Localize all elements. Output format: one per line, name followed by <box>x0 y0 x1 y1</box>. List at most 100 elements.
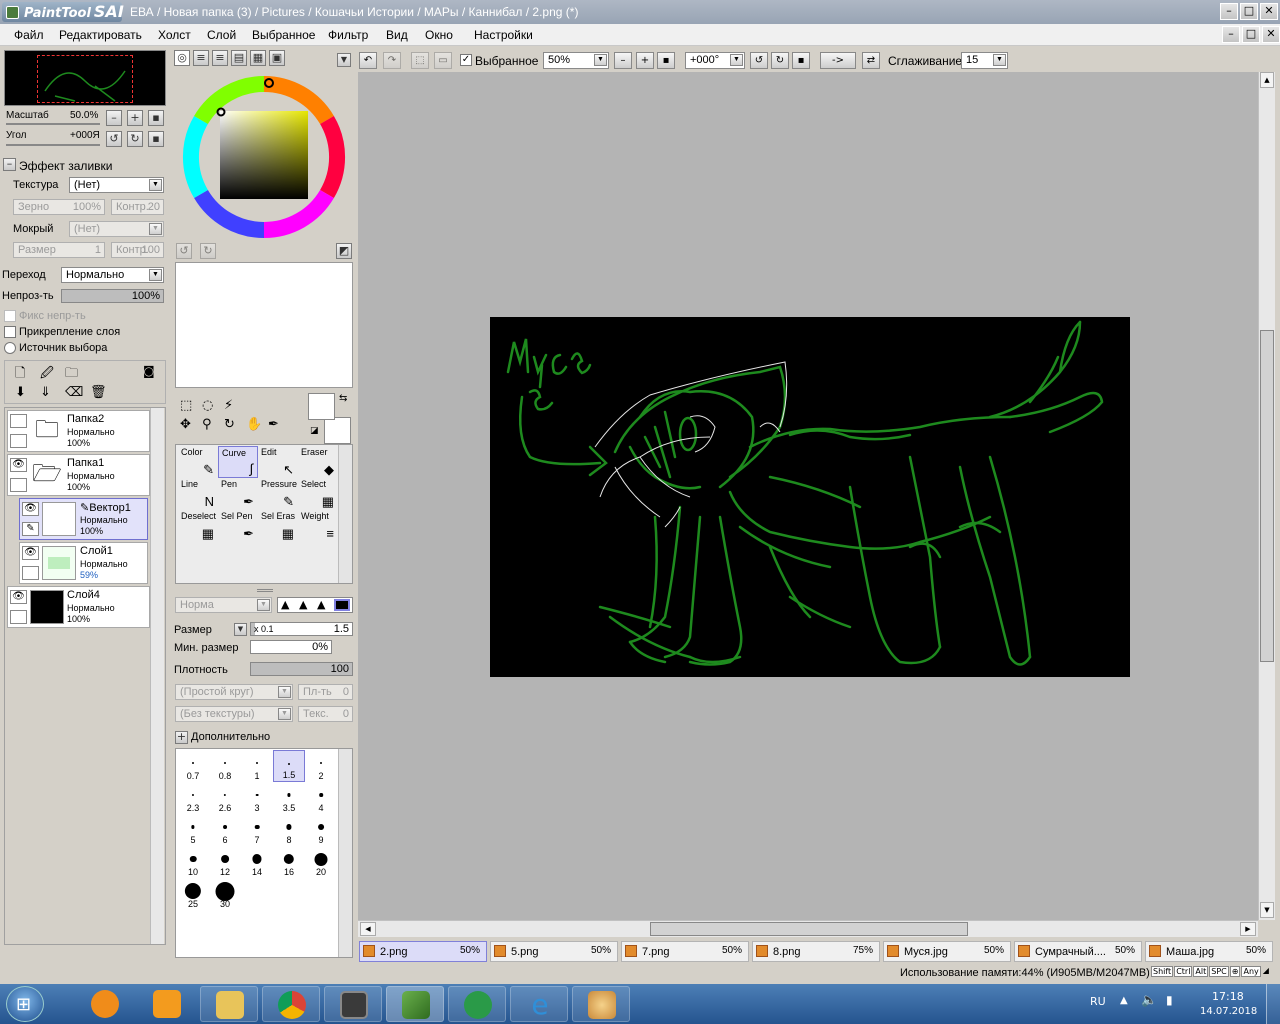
brush-size-14[interactable]: 14 <box>241 846 273 878</box>
maximize-button[interactable]: □ <box>1240 3 1258 20</box>
delete-layer-icon[interactable]: 🗑 <box>90 385 107 400</box>
lock-toggle[interactable] <box>10 478 27 492</box>
tool-scrollbar[interactable] <box>338 445 352 583</box>
menu-file[interactable]: Файл <box>14 28 44 42</box>
layer-item-layer4[interactable]: 👁 Слой4 Нормально 100% <box>7 586 150 628</box>
rgb-slider-tab[interactable]: ≡ <box>193 50 209 66</box>
toolbar-zoom-in-button[interactable]: + <box>636 52 654 69</box>
brush-size-30[interactable]: 30 <box>209 878 241 910</box>
color-wheel[interactable] <box>180 73 348 239</box>
brush-size-9[interactable]: 9 <box>305 814 337 846</box>
swatch-menu-button[interactable]: ◩ <box>336 243 352 259</box>
show-desktop-button[interactable] <box>1266 984 1280 1024</box>
horizontal-scroll-thumb[interactable] <box>650 922 968 936</box>
tool-sel-eras[interactable]: Sel Eras ▦ <box>258 510 298 542</box>
transparent-color-icon[interactable]: ◪ <box>310 426 319 436</box>
clock-time[interactable]: 17:18 <box>1212 990 1244 1003</box>
visibility-toggle[interactable] <box>10 414 27 428</box>
rotate-left-button[interactable]: ↺ <box>106 131 122 147</box>
taskbar-app-monitor[interactable] <box>324 986 382 1022</box>
taskbar-app-explorer[interactable] <box>200 986 258 1022</box>
new-vector-layer-icon[interactable]: 🖉 <box>40 364 54 386</box>
vertical-scrollbar[interactable]: ▲ ▼ <box>1258 72 1275 920</box>
swap-colors-icon[interactable]: ⇆ <box>339 393 347 404</box>
layers-scrollbar[interactable] <box>150 408 164 944</box>
brush-size-0-8[interactable]: 0.8 <box>209 750 241 782</box>
layer-mask-icon[interactable]: ◙ <box>143 364 155 378</box>
advanced-expand-button[interactable]: + <box>175 731 188 744</box>
language-indicator[interactable]: RU <box>1090 995 1106 1008</box>
menu-selection[interactable]: Выбранное <box>252 28 315 42</box>
hand-icon[interactable]: ✋ <box>246 417 268 432</box>
menu-settings[interactable]: Настройки <box>474 28 533 42</box>
document-tab[interactable]: Муся.jpg 50% <box>883 941 1011 962</box>
brush-shape-soft-icon[interactable]: ▲ <box>281 598 289 611</box>
brush-size-5[interactable]: 5 <box>177 814 209 846</box>
clip-layer-checkbox[interactable] <box>4 326 16 338</box>
color-mixer-tab[interactable]: ▤ <box>231 50 247 66</box>
tool-weight[interactable]: Weight ≡ <box>298 510 338 542</box>
toolbar-rotate-reset-button[interactable]: ▪ <box>792 52 810 69</box>
lasso-icon[interactable]: ◌ <box>202 398 224 413</box>
brush-size-1-5[interactable]: 1.5 <box>273 750 305 782</box>
brush-size-2-6[interactable]: 2.6 <box>209 782 241 814</box>
minimize-button[interactable]: – <box>1220 3 1238 20</box>
document-tab[interactable]: 7.png 50% <box>621 941 749 962</box>
taskbar-app-sai[interactable] <box>386 986 444 1022</box>
doc-minimize-button[interactable]: – <box>1222 26 1240 43</box>
toolbar-zoom-reset-button[interactable]: ▪ <box>657 52 675 69</box>
document-tab[interactable]: 2.png 50% <box>359 941 487 962</box>
zoom-in-button[interactable]: + <box>127 110 143 126</box>
document-tab[interactable]: 8.png 75% <box>752 941 880 962</box>
eye-icon[interactable]: 👁 <box>22 546 39 560</box>
lock-toggle[interactable] <box>10 610 27 624</box>
flip-direction-button[interactable]: -> <box>820 52 856 69</box>
taskbar-app-media[interactable] <box>138 986 196 1022</box>
tool-color[interactable]: Color ✎ <box>178 446 218 478</box>
brush-size-3[interactable]: 3 <box>241 782 273 814</box>
menu-filter[interactable]: Фильтр <box>328 28 368 42</box>
brush-size-4[interactable]: 4 <box>305 782 337 814</box>
zoom-select[interactable]: 50% ▼ <box>543 52 609 69</box>
swatches-tab[interactable]: ▦ <box>250 50 266 66</box>
taskbar-app-stats[interactable] <box>448 986 506 1022</box>
brush-size-scrollbar[interactable] <box>338 749 352 957</box>
rect-select-icon[interactable]: ⬚ <box>180 398 202 413</box>
tool-select[interactable]: Select ▦ <box>298 478 338 510</box>
document-tab[interactable]: 5.png 50% <box>490 941 618 962</box>
fill-effect-collapse[interactable]: – <box>3 158 16 171</box>
undo-button[interactable]: ↶ <box>359 52 377 69</box>
magic-wand-icon[interactable]: ⚡ <box>224 398 246 413</box>
brush-size-7[interactable]: 7 <box>241 814 273 846</box>
taskbar-app-ie[interactable]: e <box>510 986 568 1022</box>
zoom-icon[interactable]: ⚲ <box>202 417 224 432</box>
brush-edit-icon[interactable]: ✎ <box>22 522 39 536</box>
new-layer-icon[interactable]: 🗋 <box>15 364 25 386</box>
toolbar-rotate-left-button[interactable]: ↺ <box>750 52 768 69</box>
brush-size-2-3[interactable]: 2.3 <box>177 782 209 814</box>
tool-line[interactable]: Line N <box>178 478 218 510</box>
brush-shape-selector[interactable]: ▲ ▲ ▲ <box>277 597 353 613</box>
zoom-reset-button[interactable]: ▪ <box>148 110 164 126</box>
toolbar-rotate-right-button[interactable]: ↻ <box>771 52 789 69</box>
menu-window[interactable]: Окно <box>425 28 453 42</box>
brush-size-20[interactable]: 20 <box>305 846 337 878</box>
background-color-swatch[interactable] <box>324 417 351 444</box>
zoom-out-button[interactable]: – <box>106 110 122 126</box>
scroll-down-arrow[interactable]: ▼ <box>1260 902 1274 918</box>
rotate-icon[interactable]: ↻ <box>224 417 246 432</box>
tool-deselect[interactable]: Deselect ▦ <box>178 510 218 542</box>
vertical-scroll-thumb[interactable] <box>1260 330 1274 662</box>
tool-eraser[interactable]: Eraser ◆ <box>298 446 338 478</box>
brush-size-25[interactable]: 25 <box>177 878 209 910</box>
brush-size-2[interactable]: 2 <box>305 750 337 782</box>
scroll-up-arrow[interactable]: ▲ <box>1260 72 1274 88</box>
redo-color-button[interactable]: ↻ <box>200 243 216 259</box>
layer-item-layer1[interactable]: 👁 Слой1 Нормально 59% <box>19 542 148 584</box>
scratchpad-tab[interactable]: ▣ <box>269 50 285 66</box>
tool-pressure[interactable]: Pressure ✎ <box>258 478 298 510</box>
brush-size-16[interactable]: 16 <box>273 846 305 878</box>
clock-date[interactable]: 14.07.2018 <box>1200 1006 1257 1017</box>
brush-size-8[interactable]: 8 <box>273 814 305 846</box>
move-icon[interactable]: ✥ <box>180 417 202 432</box>
